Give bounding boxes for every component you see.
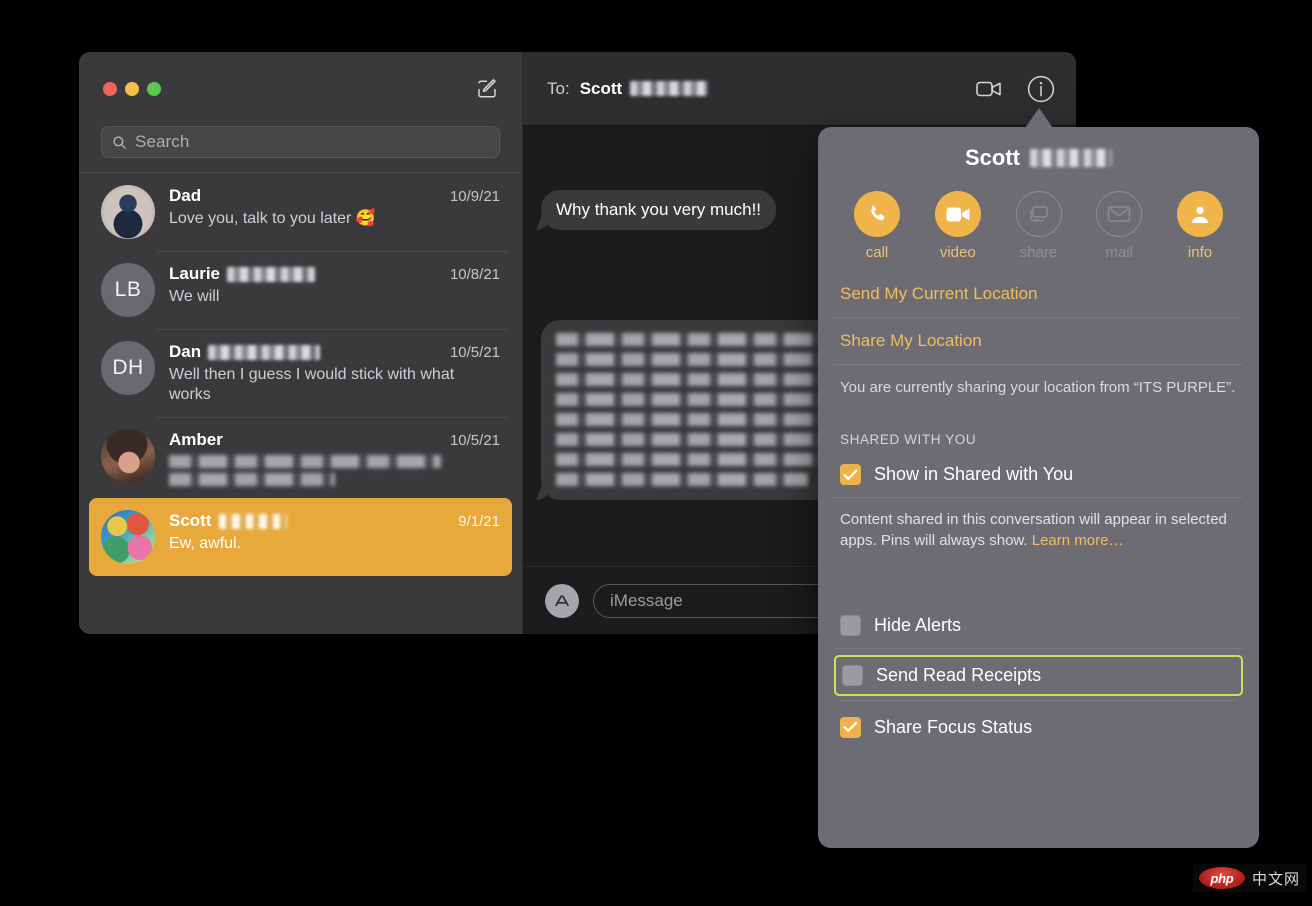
checkbox-checked-icon[interactable] [840,716,861,738]
close-window-button[interactable] [103,82,117,96]
message-input-placeholder: iMessage [610,590,683,610]
contact-name: Scott [169,511,287,531]
watermark-text: 中文网 [1251,870,1300,888]
redacted-surname [630,81,709,96]
message-preview: Ew, awful. [169,535,242,553]
list-item[interactable]: DH Dan 10/5/21 Well then I guess I would… [89,329,512,417]
popover-arrow [1025,108,1053,128]
redacted-surname [218,513,287,529]
popover-title: Scott [818,127,1259,177]
hide-alerts-row[interactable]: Hide Alerts [834,606,1243,649]
maximize-window-button[interactable] [147,82,161,96]
message-preview: We will [169,288,220,305]
compose-new-message-icon[interactable] [474,76,500,102]
info-action-label: info [1187,244,1213,261]
conversation-list[interactable]: Dad 10/9/21 Love you, talk to you later … [79,172,522,634]
recipient-name[interactable]: Scott [580,79,709,99]
contact-name: Dad [169,186,202,205]
video-camera-icon[interactable] [974,74,1004,104]
message-date: 10/9/21 [449,188,500,205]
screen-share-icon [1015,191,1062,237]
message-date: 10/5/21 [449,432,500,450]
avatar [101,185,155,239]
screen: Search Dad 10/9/21 Love you, talk to you… [0,0,1312,906]
info-circle-icon[interactable] [1026,74,1056,104]
message-preview: Love you, talk to you later 🥰 [169,210,376,227]
popover-options: Send My Current Location Share My Locati… [818,271,1259,750]
phone-icon [854,191,900,237]
location-status-text: You are currently sharing your location … [840,379,1236,396]
list-item-selected[interactable]: Scott 9/1/21 Ew, awful. [89,498,512,577]
send-read-receipts-label: Send Read Receipts [876,664,1042,685]
mail-action-label: mail [1105,244,1133,261]
shared-with-you-header: SHARED WITH YOU [840,432,977,448]
traffic-lights [103,82,161,96]
list-item[interactable]: Amber 10/5/21 [89,417,512,498]
contact-name: Dan [169,342,321,362]
shared-with-you-note: Content shared in this conversation will… [834,498,1243,561]
search-placeholder: Search [135,132,190,151]
avatar-initials: LB [114,278,142,301]
info-action[interactable]: info [1171,191,1229,261]
mail-action: mail [1090,191,1148,261]
video-action[interactable]: video [929,191,987,261]
quick-actions-row: call video share mail info [818,177,1259,271]
message-preview: Well then I guess I would stick with wha… [169,366,455,404]
avatar [101,510,155,565]
redacted-surname [227,266,316,282]
send-current-location-button[interactable]: Send My Current Location [834,271,1243,318]
video-camera-icon [934,191,981,237]
thread-header: To: Scott [523,52,1076,126]
call-action-label: call [865,244,889,261]
contact-name: Laurie [169,264,316,284]
message-bubble[interactable]: Why thank you very much!! [541,190,777,231]
search-area: Search [79,126,522,172]
search-icon [113,135,126,149]
sidebar-titlebar [79,52,522,126]
checkbox-unchecked-icon[interactable] [842,664,863,686]
avatar: DH [101,341,155,395]
video-action-label: video [939,244,976,261]
hide-alerts-label: Hide Alerts [874,614,962,635]
message-preview-redacted [169,455,500,487]
contact-info-popover: Scott call video share mail info Send My… [818,127,1259,848]
share-action-label: share [1019,244,1058,261]
thread-header-actions [974,74,1056,104]
list-item[interactable]: Dad 10/9/21 Love you, talk to you later … [89,173,512,251]
share-focus-status-label: Share Focus Status [874,716,1033,737]
message-date: 9/1/21 [458,513,500,531]
watermark: php 中文网 [1192,864,1306,892]
message-date: 10/8/21 [449,266,500,283]
show-in-shared-with-you-label: Show in Shared with You [874,464,1074,485]
redacted-surname [208,344,321,360]
send-read-receipts-row[interactable]: Send Read Receipts [834,654,1243,696]
share-my-location-button[interactable]: Share My Location [834,318,1243,365]
learn-more-link[interactable]: Learn more… [1032,532,1124,549]
avatar [101,429,155,484]
share-focus-status-row[interactable]: Share Focus Status [834,701,1243,750]
person-circle-icon [1177,191,1223,237]
app-store-icon[interactable] [545,583,579,618]
search-input[interactable]: Search [101,126,500,158]
show-in-shared-with-you-row[interactable]: Show in Shared with You [834,455,1243,499]
checkbox-unchecked-icon[interactable] [840,614,861,636]
to-label: To: [547,78,570,98]
message-date: 10/5/21 [449,344,500,361]
share-action: share [1010,191,1068,261]
list-item[interactable]: LB Laurie 10/8/21 We will [89,251,512,329]
redacted-surname [1030,149,1112,167]
avatar-initials: DH [112,356,144,379]
conversations-sidebar: Search Dad 10/9/21 Love you, talk to you… [79,52,523,634]
minimize-window-button[interactable] [125,82,139,96]
contact-name: Amber [169,430,223,450]
checkbox-checked-icon[interactable] [840,464,861,486]
avatar: LB [101,263,155,317]
envelope-icon [1096,191,1143,237]
call-action[interactable]: call [848,191,906,261]
watermark-badge: php [1198,867,1245,889]
